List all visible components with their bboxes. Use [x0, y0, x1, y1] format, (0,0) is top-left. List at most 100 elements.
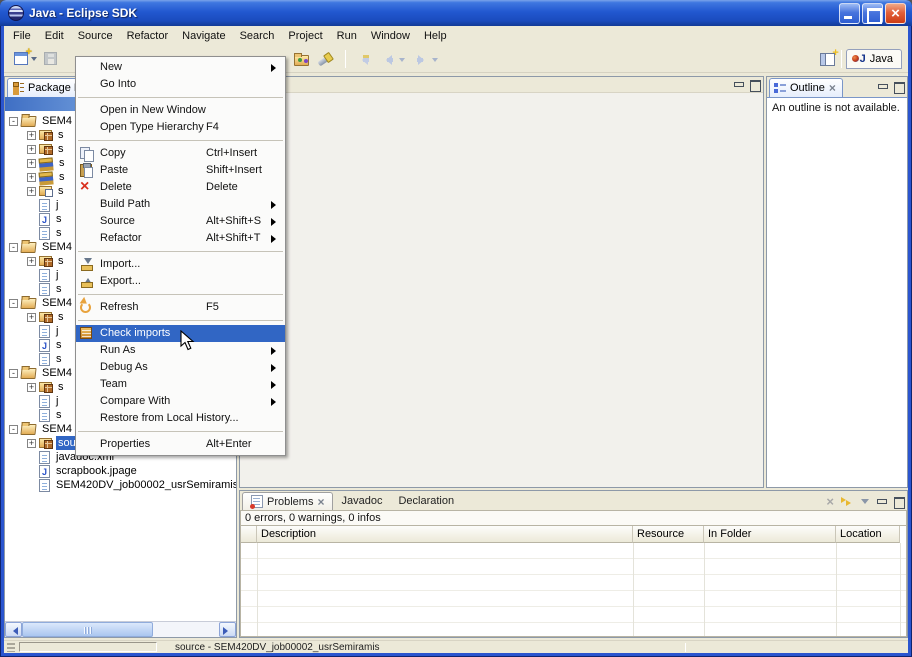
delete-marker-icon[interactable]: ×: [826, 496, 834, 507]
context-menu-item[interactable]: Open Type Hierarchy F4: [76, 119, 285, 136]
tree-expander[interactable]: +: [27, 131, 36, 140]
menu-item-label: Open in New Window: [100, 104, 206, 116]
new-wizard-dropdown-icon[interactable]: [31, 57, 37, 64]
context-menu-item[interactable]: Open in New Window: [76, 102, 285, 119]
context-menu-item[interactable]: Copy Ctrl+Insert: [76, 145, 285, 162]
tree-expander[interactable]: +: [27, 257, 36, 266]
tree-item-label: s: [56, 254, 66, 268]
tree-item[interactable]: SEM420DV_job00002_usrSemiramis.lau: [5, 478, 236, 492]
menu-bar-item[interactable]: Edit: [38, 28, 71, 44]
context-menu-item[interactable]: [76, 136, 285, 145]
tree-expander[interactable]: -: [9, 243, 18, 252]
column-header[interactable]: Location: [836, 526, 900, 543]
problems-view: Problems × Javadoc Declaration: [239, 490, 908, 638]
problems-maximize-icon[interactable]: [893, 497, 903, 506]
forward-dropdown-icon[interactable]: [432, 58, 438, 65]
menu-bar-item[interactable]: Source: [71, 28, 120, 44]
last-edit-location-button[interactable]: [355, 52, 374, 67]
problems-tab[interactable]: Javadoc: [333, 492, 390, 510]
tree-expander[interactable]: -: [9, 117, 18, 126]
menu-bar-item[interactable]: Help: [417, 28, 454, 44]
tree-expander[interactable]: +: [27, 383, 36, 392]
menu-bar-item[interactable]: File: [6, 28, 38, 44]
problems-minimize-icon[interactable]: [876, 497, 886, 506]
problems-tab[interactable]: Problems ×: [242, 492, 333, 510]
package-explorer-hscrollbar[interactable]: [5, 621, 236, 637]
outline-close-icon[interactable]: ×: [829, 83, 836, 93]
maximize-button[interactable]: [862, 3, 883, 24]
context-menu-item[interactable]: [76, 93, 285, 102]
tree-expander[interactable]: +: [27, 313, 36, 322]
context-menu-item[interactable]: Refactor Alt+Shift+T: [76, 230, 285, 247]
menu-item-label: Build Path: [100, 198, 150, 210]
new-wizard-button[interactable]: [12, 50, 39, 67]
problems-tab[interactable]: Declaration: [390, 492, 462, 510]
editor-maximize-icon[interactable]: [749, 80, 759, 89]
context-menu: New Go Into Open in New Window: [75, 56, 286, 456]
context-menu-item[interactable]: Paste Shift+Insert: [76, 162, 285, 179]
menu-bar-item[interactable]: Project: [281, 28, 329, 44]
menu-bar-item[interactable]: Window: [364, 28, 417, 44]
forward-button[interactable]: [412, 52, 440, 67]
context-menu-item[interactable]: Go Into: [76, 76, 285, 93]
tree-item-label: s: [54, 282, 64, 296]
tree-item-icon: [39, 451, 50, 464]
context-menu-item[interactable]: [76, 427, 285, 436]
context-menu-item[interactable]: Source Alt+Shift+S: [76, 213, 285, 230]
scroll-right-button[interactable]: [219, 622, 236, 637]
column-header[interactable]: Description: [257, 526, 633, 543]
java-perspective-button[interactable]: Java: [846, 49, 902, 69]
context-menu-item[interactable]: Properties Alt+Enter: [76, 436, 285, 453]
context-menu-item[interactable]: [76, 290, 285, 299]
tree-expander[interactable]: +: [27, 173, 36, 182]
context-menu-item[interactable]: New: [76, 59, 285, 76]
back-button[interactable]: [379, 52, 407, 67]
column-header[interactable]: In Folder: [704, 526, 836, 543]
context-menu-item[interactable]: Restore from Local History...: [76, 410, 285, 427]
context-menu-item[interactable]: Team: [76, 376, 285, 393]
menu-bar-item[interactable]: Refactor: [120, 28, 176, 44]
status-grip-icon[interactable]: [7, 643, 15, 652]
menu-item-label: Open Type Hierarchy: [100, 121, 204, 133]
open-perspective-button[interactable]: [818, 51, 837, 68]
context-menu-item[interactable]: Export...: [76, 273, 285, 290]
scroll-left-button[interactable]: [5, 622, 22, 637]
minimize-button[interactable]: [839, 3, 860, 24]
tree-item[interactable]: scrapbook.jpage: [5, 464, 236, 478]
problems-tab-close-icon[interactable]: ×: [317, 497, 324, 507]
context-menu-item[interactable]: Refresh F5: [76, 299, 285, 316]
menu-bar-item[interactable]: Search: [233, 28, 282, 44]
open-type-button[interactable]: [292, 50, 311, 68]
tree-expander[interactable]: -: [9, 299, 18, 308]
tree-expander[interactable]: +: [27, 159, 36, 168]
column-header[interactable]: Resource: [633, 526, 704, 543]
search-button[interactable]: [316, 50, 336, 69]
editor-minimize-icon[interactable]: [733, 80, 743, 89]
tab-outline[interactable]: Outline ×: [769, 78, 843, 97]
filter-icon[interactable]: [841, 497, 854, 507]
outline-minimize-icon[interactable]: [877, 82, 887, 91]
outline-maximize-icon[interactable]: [893, 82, 903, 91]
tree-expander[interactable]: +: [27, 439, 36, 448]
view-menu-icon[interactable]: [861, 499, 869, 508]
context-menu-item[interactable]: Delete Delete: [76, 179, 285, 196]
title-bar[interactable]: Java - Eclipse SDK: [0, 0, 912, 26]
close-button[interactable]: [885, 3, 906, 24]
scroll-thumb[interactable]: [22, 622, 153, 637]
context-menu-item[interactable]: Debug As: [76, 359, 285, 376]
save-button[interactable]: [42, 50, 59, 67]
tree-expander[interactable]: -: [9, 425, 18, 434]
context-menu-item[interactable]: Compare With: [76, 393, 285, 410]
context-menu-item[interactable]: [76, 247, 285, 256]
context-menu-item[interactable]: Build Path: [76, 196, 285, 213]
context-menu-item[interactable]: [76, 316, 285, 325]
tree-expander[interactable]: -: [9, 369, 18, 378]
problems-tab-label: Problems: [267, 496, 313, 508]
menu-bar-item[interactable]: Run: [330, 28, 364, 44]
context-menu-item[interactable]: Import...: [76, 256, 285, 273]
menu-bar-item[interactable]: Navigate: [175, 28, 232, 44]
column-header[interactable]: [241, 526, 257, 543]
tree-expander[interactable]: +: [27, 145, 36, 154]
tree-expander[interactable]: +: [27, 187, 36, 196]
back-dropdown-icon[interactable]: [399, 58, 405, 65]
